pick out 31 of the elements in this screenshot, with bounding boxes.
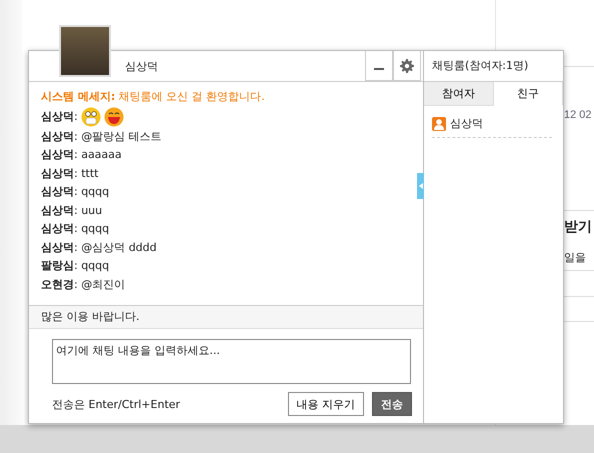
send-button[interactable]: 전송 <box>372 392 412 416</box>
chat-message: 심상덕: @심상덕 dddd <box>41 240 158 256</box>
date-text: 12 02 <box>564 109 592 121</box>
notice-text: 많은 이용 바랍니다. <box>29 305 423 329</box>
chat-input-field[interactable]: 여기에 채팅 내용을 입력하세요... <box>52 339 411 384</box>
chat-message: 심상덕: qqqq <box>41 221 110 237</box>
chat-message: 심상덕: aaaaaa <box>41 147 123 163</box>
covered-mouth-emoticon-icon <box>80 107 101 127</box>
chat-message: 심상덕: qqqq <box>41 184 110 200</box>
heading-text: 받기 <box>564 218 592 236</box>
settings-button[interactable] <box>393 51 421 81</box>
chat-message: 팔랑심: qqqq <box>41 258 110 274</box>
panel-tab[interactable]: 참여자 <box>424 82 494 106</box>
description-text: 일을 <box>564 250 586 265</box>
settings-icon <box>400 58 414 72</box>
send-hint-text: 전송은 Enter/Ctrl+Enter <box>52 396 180 412</box>
avatar-photo-placeholder <box>59 25 111 77</box>
system-message: 시스템 메세지: 채팅룸에 오신 걸 환영합니다. <box>41 89 266 105</box>
friend-name[interactable]: 심상덕 <box>450 116 483 131</box>
chat-message: 심상덕: uuu <box>41 202 104 218</box>
chat-message: 오현경: @최진이 <box>41 276 126 292</box>
user-name: 심상덕 <box>125 58 158 74</box>
collapse-handle[interactable] <box>417 173 424 199</box>
minimize-icon <box>374 68 384 70</box>
laughing-emoticon-icon <box>104 107 124 127</box>
chat-message: 심상덕: tttt <box>41 166 100 182</box>
chat-message: 심상덕: @팔랑심 테스트 <box>41 128 163 144</box>
message-sender: 심상덕: <box>41 108 78 125</box>
person-icon <box>432 116 446 130</box>
minimize-button[interactable] <box>365 51 393 81</box>
clear-button[interactable]: 내용 지우기 <box>288 392 364 416</box>
